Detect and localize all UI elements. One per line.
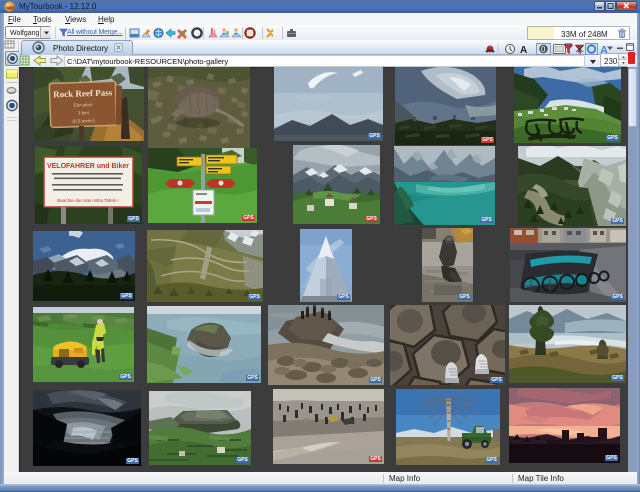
- svg-text:Elevation: Elevation: [73, 103, 93, 109]
- svg-text:VELOFAHRER und Biker: VELOFAHRER und Biker: [47, 163, 129, 170]
- svg-text:3 feet: 3 feet: [78, 111, 90, 116]
- svg-text:Beachte die roten Wbs.Tafeln !: Beachte die roten Wbs.Tafeln !: [57, 198, 118, 203]
- svg-text:A: A: [520, 45, 527, 55]
- svg-text:0: 0: [541, 45, 546, 54]
- svg-text:Rock Reef Pass: Rock Reef Pass: [53, 87, 113, 99]
- svg-text:(0.9 meter): (0.9 meter): [72, 119, 95, 125]
